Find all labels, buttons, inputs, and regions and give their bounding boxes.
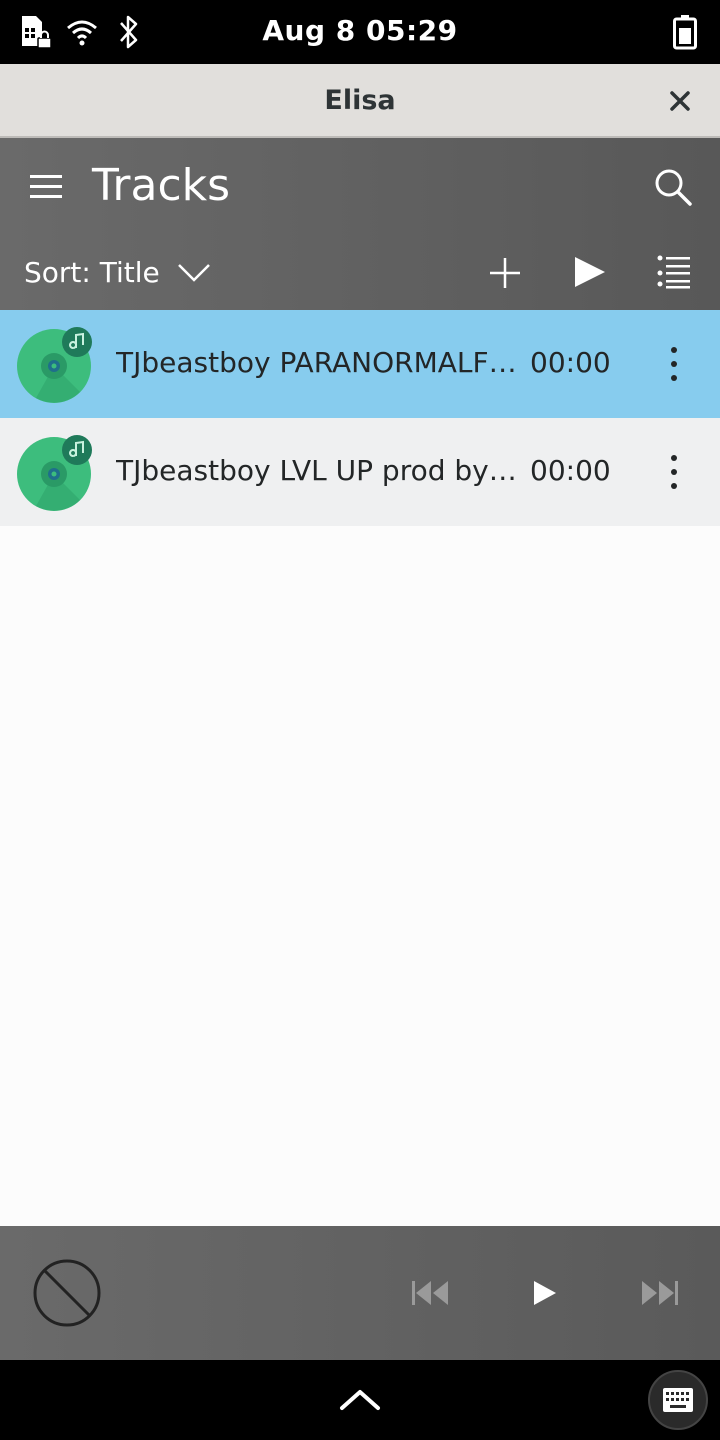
next-icon[interactable] <box>638 1278 680 1308</box>
add-icon[interactable] <box>488 256 522 290</box>
page-header: Tracks Sort: Title <box>0 138 720 310</box>
keyboard-icon <box>663 1388 693 1412</box>
navigation-bar <box>0 1360 720 1440</box>
player-bar <box>0 1226 720 1360</box>
track-title: TJbeastboy PARANORMALF… <box>116 346 517 379</box>
previous-icon[interactable] <box>410 1278 452 1308</box>
chevron-down-icon[interactable] <box>176 260 212 284</box>
album-cover-icon <box>17 327 92 403</box>
track-row[interactable]: TJbeastboy PARANORMALF… 00:00 <box>0 310 720 418</box>
track-list: TJbeastboy PARANORMALF… 00:00 TJbeastboy… <box>0 310 720 1226</box>
sort-label[interactable]: Sort: Title <box>24 256 160 289</box>
close-icon[interactable] <box>666 87 694 115</box>
more-options-icon[interactable] <box>660 454 688 490</box>
album-cover-icon <box>17 435 92 511</box>
chevron-up-icon[interactable] <box>338 1384 382 1414</box>
no-media-icon <box>33 1259 101 1327</box>
track-duration: 00:00 <box>530 454 611 487</box>
playlist-icon[interactable] <box>656 254 692 290</box>
more-options-icon[interactable] <box>660 346 688 382</box>
battery-icon <box>673 15 697 50</box>
window-titlebar: Elisa <box>0 64 720 138</box>
window-title: Elisa <box>324 85 396 116</box>
play-icon[interactable] <box>530 1278 560 1308</box>
status-datetime: Aug 8 05:29 <box>262 14 458 47</box>
status-bar: Aug 8 05:29 <box>0 0 720 64</box>
track-duration: 00:00 <box>530 346 611 379</box>
keyboard-button[interactable] <box>648 1370 708 1430</box>
track-row[interactable]: TJbeastboy LVL UP prod by T… 00:00 <box>0 418 720 526</box>
search-icon[interactable] <box>652 166 694 208</box>
track-title: TJbeastboy LVL UP prod by T… <box>116 454 520 487</box>
hamburger-menu-icon[interactable] <box>28 172 64 202</box>
page-title: Tracks <box>92 160 231 211</box>
play-icon[interactable] <box>572 254 608 290</box>
